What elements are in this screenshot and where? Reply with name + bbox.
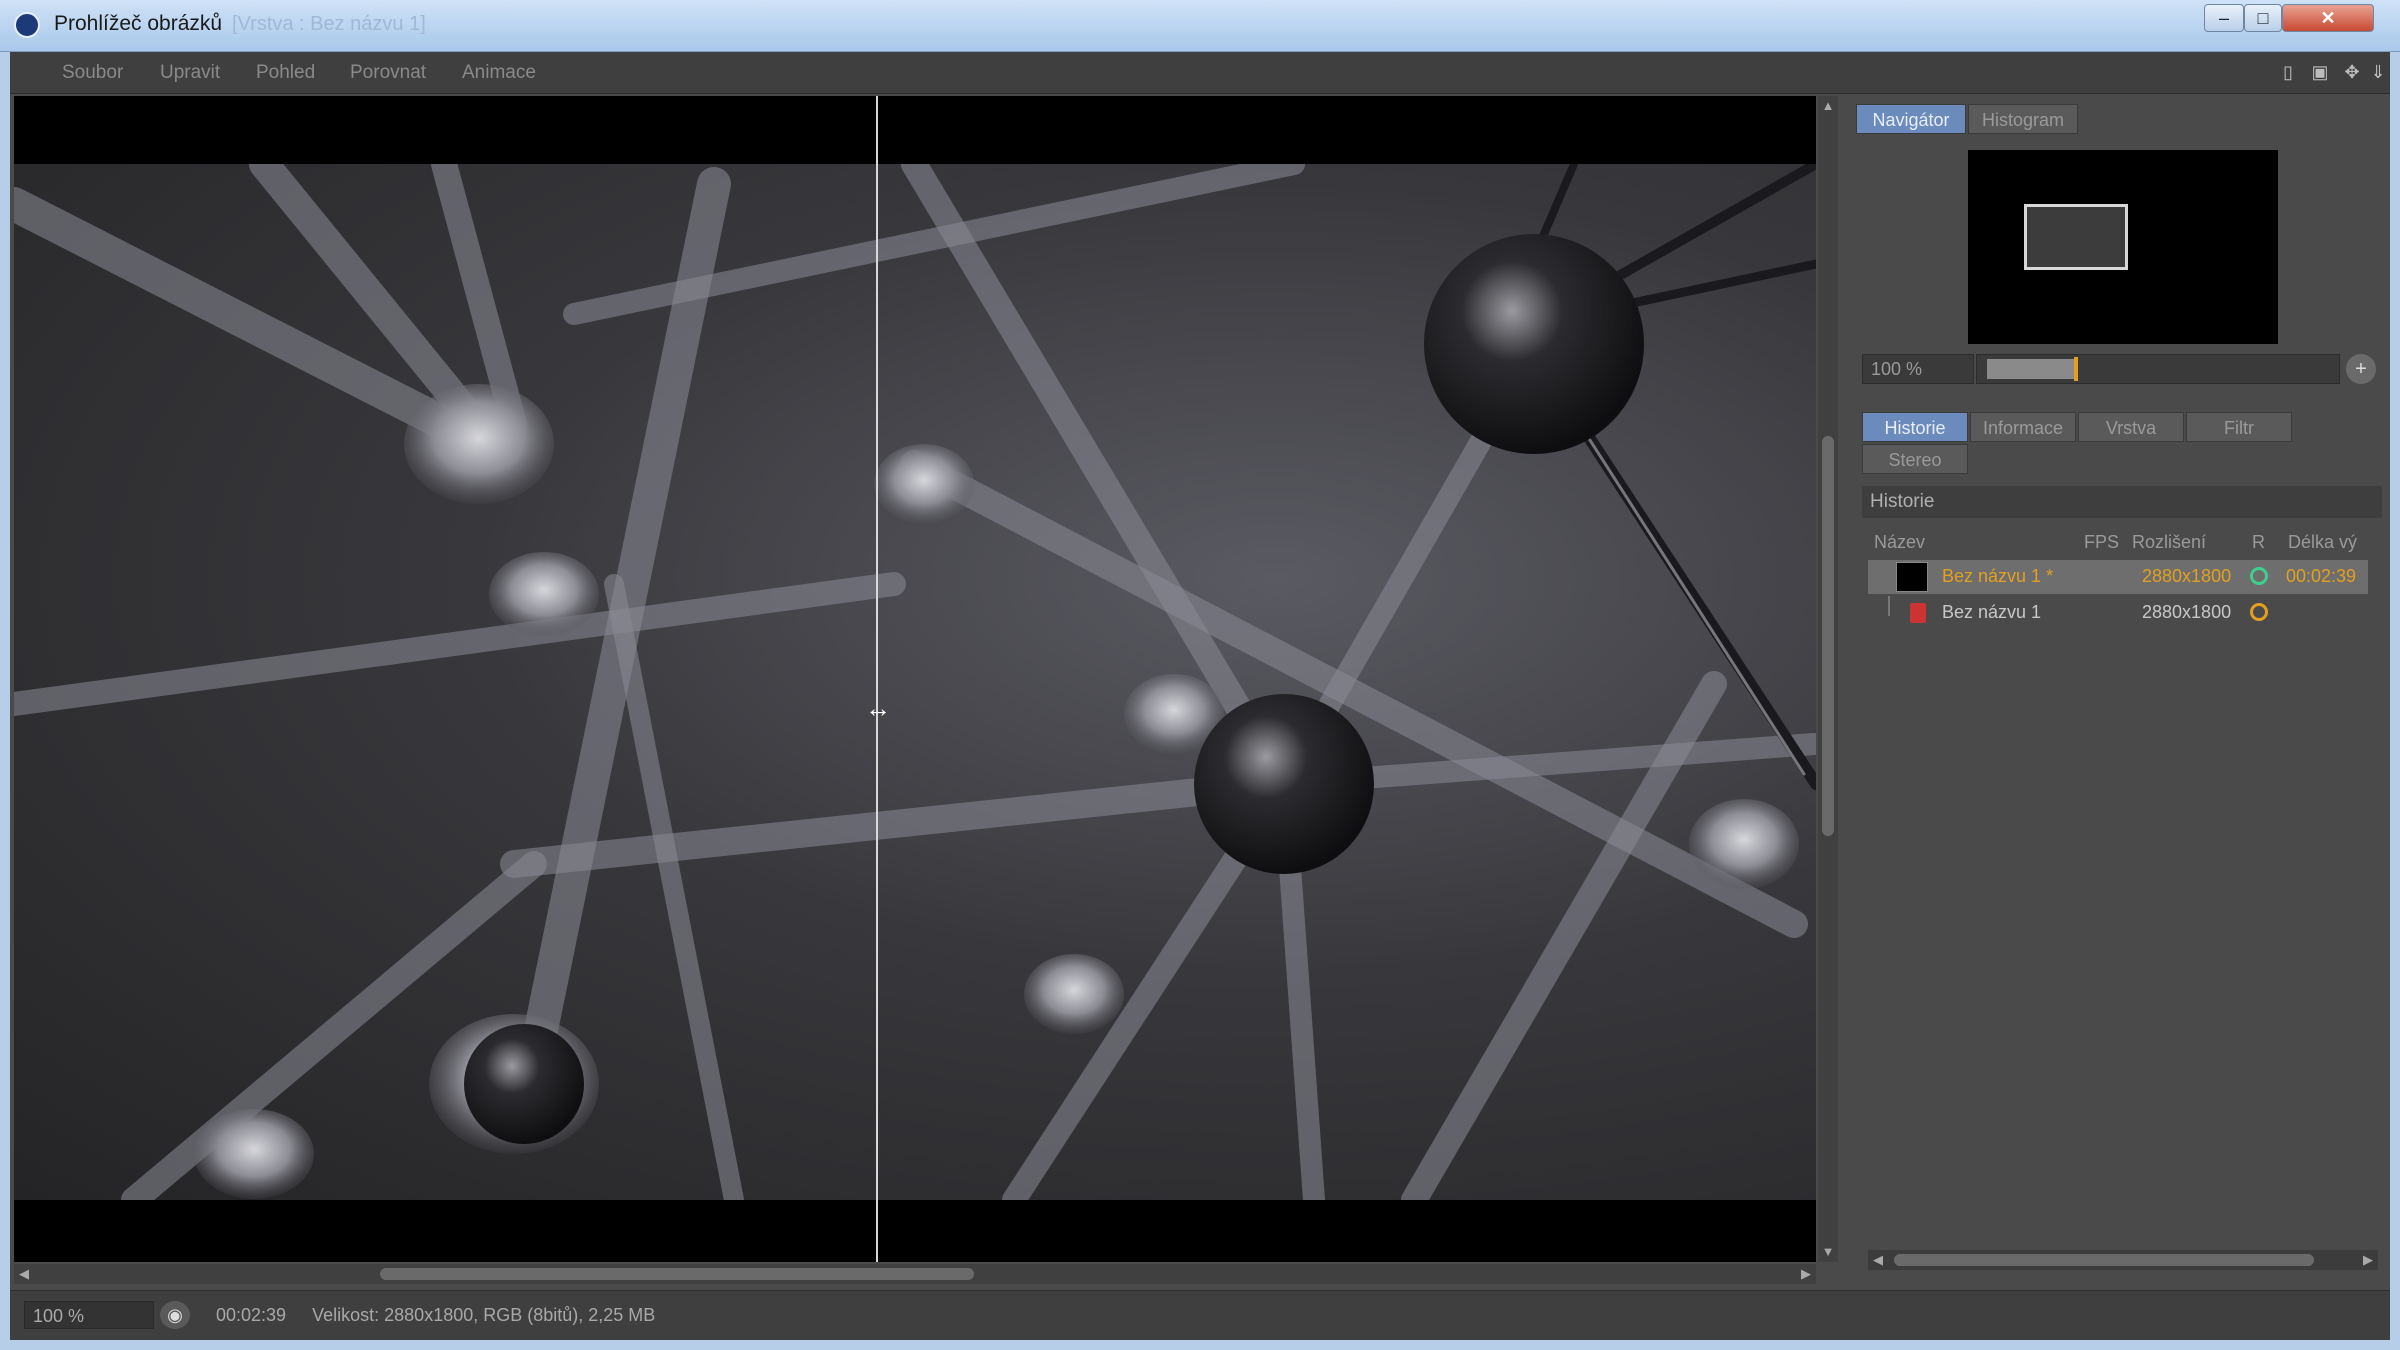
rendered-image — [14, 164, 1816, 1200]
viewport-vertical-scrollbar[interactable]: ▲ ▼ — [1818, 96, 1838, 1262]
history-row-name: Bez názvu 1 — [1942, 602, 2042, 622]
image-viewport[interactable]: ↔ — [14, 96, 1816, 1262]
vertical-scroll-thumb[interactable] — [1822, 436, 1834, 836]
horizontal-scroll-thumb[interactable] — [380, 1268, 974, 1280]
history-row[interactable]: Bez názvu 1 2880x1800 — [1868, 596, 2368, 630]
scroll-left-arrow-icon[interactable]: ◀ — [1868, 1250, 1888, 1270]
window-frame-left — [0, 52, 10, 1350]
status-info: 00:02:39 Velikost: 2880x1800, RGB (8bitů… — [216, 1305, 655, 1326]
status-image-info: Velikost: 2880x1800, RGB (8bitů), 2,25 M… — [312, 1305, 656, 1325]
history-row-name: Bez názvu 1 * — [1942, 566, 2054, 586]
navigator-thumbnail[interactable] — [1968, 150, 2278, 344]
menu-bar: Soubor Upravit Pohled Porovnat Animace ▯… — [10, 52, 2390, 94]
navigator-zoom-slider[interactable] — [1976, 354, 2340, 384]
maximize-button[interactable]: □ — [2244, 4, 2282, 32]
compare-split-line[interactable] — [876, 96, 878, 1262]
scroll-up-arrow-icon[interactable]: ▲ — [1818, 96, 1838, 116]
layer-icon — [1910, 603, 1926, 623]
scroll-right-arrow-icon[interactable]: ▶ — [1796, 1264, 1816, 1284]
menu-pohled[interactable]: Pohled — [256, 62, 315, 84]
history-row-length: 00:02:39 — [2286, 566, 2357, 586]
tab-historie[interactable]: Historie — [1862, 412, 1968, 442]
menu-upravit[interactable]: Upravit — [160, 62, 220, 84]
cinema4d-app-icon — [14, 12, 40, 38]
window-frame-right — [2390, 52, 2400, 1350]
image-thumbnail — [1896, 562, 1928, 592]
tab-stereo[interactable]: Stereo — [1862, 444, 1968, 474]
navigator-zoom-field[interactable]: 100 % — [1862, 354, 1974, 384]
minimize-button[interactable]: – — [2204, 4, 2244, 32]
navigator-view-rectangle[interactable] — [2024, 204, 2128, 270]
close-button[interactable]: ✕ — [2282, 4, 2374, 32]
scroll-left-arrow-icon[interactable]: ◀ — [14, 1264, 34, 1284]
tree-line — [1888, 596, 1890, 616]
tab-histogram[interactable]: Histogram — [1968, 104, 2078, 134]
zoom-in-button[interactable]: + — [2346, 354, 2376, 384]
side-panel: Navigátor Histogram 100 % + Historie Inf… — [1840, 96, 2390, 1290]
status-time: 00:02:39 — [216, 1305, 287, 1325]
tab-informace[interactable]: Informace — [1970, 412, 2076, 442]
split-drag-handle-icon[interactable]: ↔ — [856, 695, 900, 721]
title-bar: Prohlížeč obrázků [Vrstva : Bez názvu 1]… — [0, 0, 2400, 52]
column-delka[interactable]: Délka vý — [2288, 532, 2357, 553]
history-row[interactable]: Bez názvu 1 * 2880x1800 00:02:39 — [1868, 560, 2368, 594]
menu-animace[interactable]: Animace — [462, 62, 536, 84]
molecule-render-graphic — [14, 164, 1816, 1200]
status-bar: 100 % ◉ 00:02:39 Velikost: 2880x1800, RG… — [10, 1290, 2390, 1340]
window-title: Prohlížeč obrázků — [54, 12, 223, 35]
render-status-icon — [2250, 567, 2268, 585]
tab-vrstva[interactable]: Vrstva — [2078, 412, 2184, 442]
history-scroll-thumb[interactable] — [1894, 1254, 2314, 1266]
move-icon[interactable]: ✥ — [2340, 60, 2364, 84]
history-horizontal-scrollbar[interactable]: ◀ ▶ — [1868, 1250, 2378, 1270]
zoom-slider-fill — [1987, 359, 2076, 379]
tab-filtr[interactable]: Filtr — [2186, 412, 2292, 442]
column-rozliseni[interactable]: Rozlišení — [2132, 532, 2206, 553]
pin-icon[interactable]: ⇓ — [2366, 60, 2390, 84]
column-r[interactable]: R — [2252, 532, 2265, 553]
viewport-horizontal-scrollbar[interactable]: ◀ ▶ — [14, 1264, 1816, 1284]
history-row-resolution: 2880x1800 — [2142, 602, 2232, 622]
window-frame-bottom — [0, 1340, 2400, 1350]
column-fps[interactable]: FPS — [2084, 532, 2119, 553]
zoom-field[interactable]: 100 % — [24, 1301, 154, 1329]
panel-icon[interactable]: ▯ — [2276, 60, 2300, 84]
column-nazev[interactable]: Název — [1874, 532, 1925, 553]
menu-soubor[interactable]: Soubor — [62, 62, 123, 84]
render-status-icon — [2250, 603, 2268, 621]
layout-icon[interactable]: ▣ — [2308, 60, 2332, 84]
tab-navigator[interactable]: Navigátor — [1856, 104, 1966, 134]
scroll-down-arrow-icon[interactable]: ▼ — [1818, 1242, 1838, 1262]
scroll-right-arrow-icon[interactable]: ▶ — [2358, 1250, 2378, 1270]
history-row-resolution: 2880x1800 — [2142, 566, 2232, 586]
menu-porovnat[interactable]: Porovnat — [350, 62, 426, 84]
zoom-slider-knob[interactable] — [2073, 357, 2078, 381]
zoom-options-icon[interactable]: ◉ — [160, 1301, 190, 1329]
history-section-header: Historie — [1862, 486, 2382, 518]
window-subtitle: [Vrstva : Bez názvu 1] — [232, 13, 426, 35]
